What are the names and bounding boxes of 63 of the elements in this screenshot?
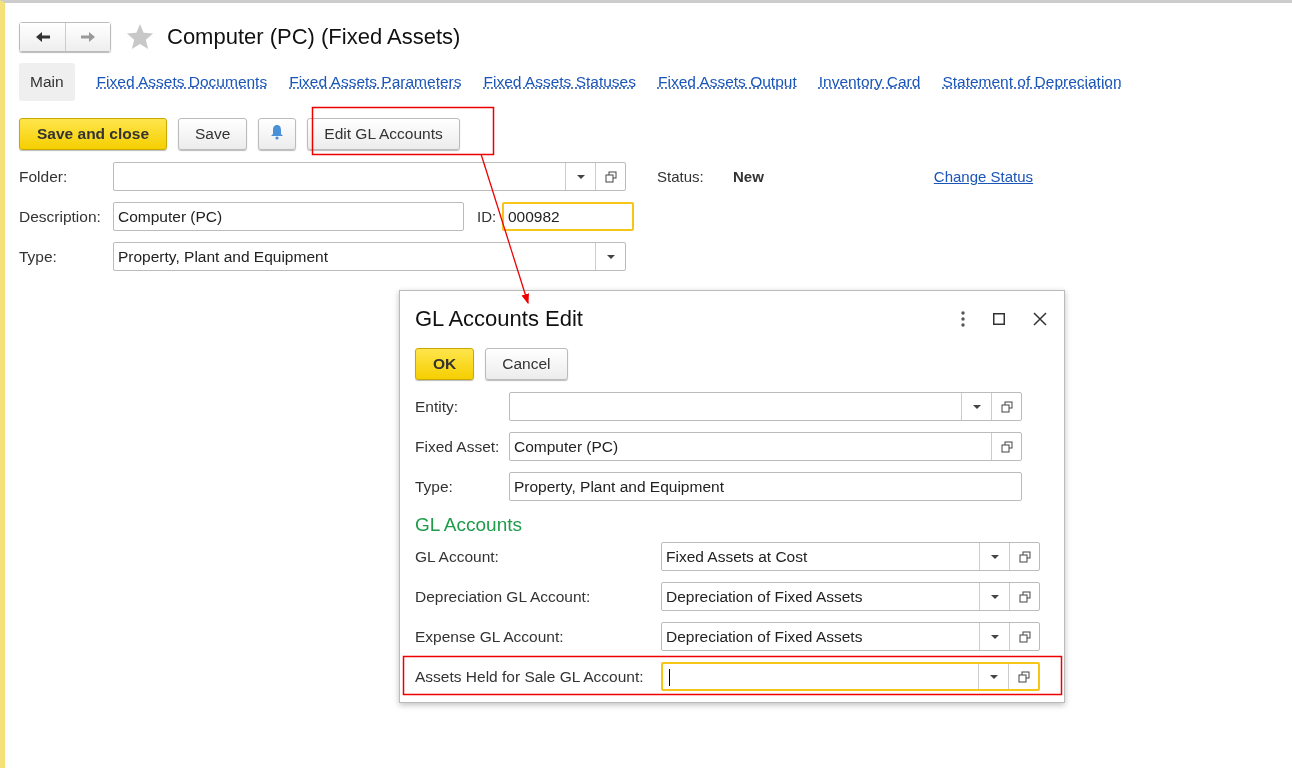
tab[interactable]: Fixed Assets Parameters bbox=[289, 63, 462, 101]
field-label: Folder: bbox=[19, 167, 69, 186]
cancel-button[interactable]: Cancel bbox=[485, 348, 568, 380]
open-window-icon bbox=[1018, 550, 1031, 563]
account-field[interactable]: Fixed Assets at Cost bbox=[661, 542, 1040, 571]
back-button[interactable] bbox=[20, 23, 65, 51]
tab[interactable]: Main bbox=[19, 63, 75, 101]
id-field[interactable]: 000982 bbox=[502, 202, 634, 231]
open-window-icon bbox=[604, 170, 617, 183]
ok-button[interactable]: OK bbox=[415, 348, 475, 380]
bell-icon bbox=[270, 124, 285, 140]
account-field[interactable]: Depreciation of Fixed Assets bbox=[661, 582, 1040, 611]
type-field[interactable]: Property, Plant and Equipment bbox=[113, 242, 626, 271]
account-field[interactable] bbox=[661, 662, 1040, 691]
save-button[interactable]: Save bbox=[178, 118, 248, 150]
field-label: Type: bbox=[415, 477, 454, 496]
field-label: Fixed Asset: bbox=[415, 437, 501, 456]
maximize-icon[interactable] bbox=[993, 313, 1005, 325]
edit-gl-accounts-button[interactable]: Edit GL Accounts bbox=[307, 118, 460, 150]
caret-icon bbox=[990, 634, 999, 639]
text-cursor bbox=[669, 669, 670, 686]
caret-icon bbox=[990, 554, 999, 559]
field-label: GL Account: bbox=[415, 547, 500, 566]
status-value: New bbox=[733, 168, 764, 185]
caret-icon bbox=[606, 254, 615, 259]
close-icon[interactable] bbox=[1033, 312, 1047, 326]
description-field[interactable]: Computer (PC) bbox=[113, 202, 464, 231]
caret-icon bbox=[990, 594, 999, 599]
open-window-icon bbox=[1018, 590, 1031, 603]
tab[interactable]: Inventory Card bbox=[818, 63, 921, 101]
tab[interactable]: Fixed Assets Documents bbox=[96, 63, 268, 101]
tab[interactable]: Statement of Depreciation bbox=[942, 63, 1122, 101]
change-status-link[interactable]: Change Status bbox=[933, 168, 1034, 185]
open-window-icon bbox=[1018, 630, 1031, 643]
caret-icon bbox=[989, 674, 998, 679]
open-window-icon bbox=[1017, 670, 1030, 683]
open-window-icon bbox=[1000, 440, 1013, 453]
caret-icon bbox=[576, 174, 585, 179]
section-heading: GL Accounts bbox=[415, 514, 524, 537]
field-label: Entity: bbox=[415, 397, 460, 416]
more-icon[interactable] bbox=[961, 311, 965, 327]
input-field[interactable]: Computer (PC) bbox=[509, 432, 1022, 461]
input-field[interactable] bbox=[509, 392, 1022, 421]
tab[interactable]: Fixed Assets Statuses bbox=[483, 63, 636, 101]
field-label: Type: bbox=[19, 247, 58, 266]
dialog-title: GL Accounts Edit bbox=[415, 306, 583, 332]
notification-button[interactable] bbox=[258, 118, 297, 150]
arrow-left-icon bbox=[34, 31, 51, 43]
arrow-right-icon bbox=[80, 31, 96, 43]
field-label: Expense GL Account: bbox=[415, 627, 565, 646]
save-and-close-button[interactable]: Save and close bbox=[19, 118, 167, 150]
open-window-icon bbox=[1000, 400, 1013, 413]
folder-field[interactable] bbox=[113, 162, 626, 191]
tab[interactable]: Fixed Assets Output bbox=[658, 63, 797, 101]
field-label: Assets Held for Sale GL Account: bbox=[415, 667, 645, 686]
status-label: Status: bbox=[657, 168, 705, 185]
account-field[interactable]: Depreciation of Fixed Assets bbox=[661, 622, 1040, 651]
input-field[interactable]: Property, Plant and Equipment bbox=[509, 472, 1022, 501]
caret-icon bbox=[972, 404, 981, 409]
field-label: ID: bbox=[477, 208, 498, 225]
window-title: Computer (PC) (Fixed Assets) bbox=[167, 24, 461, 50]
field-label: Depreciation GL Account: bbox=[415, 587, 592, 606]
field-label: Description: bbox=[19, 207, 102, 226]
